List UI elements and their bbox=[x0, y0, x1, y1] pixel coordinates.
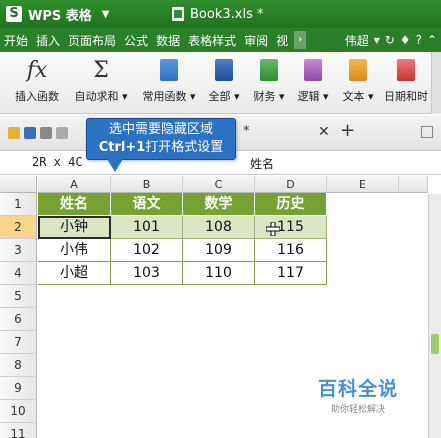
row-header-3[interactable]: 3 bbox=[0, 239, 37, 262]
all-functions-button[interactable]: 全部 ▾ bbox=[204, 52, 244, 114]
column-header-a[interactable]: A bbox=[38, 176, 111, 193]
row-header-4[interactable]: 4 bbox=[0, 262, 37, 285]
cell-b4[interactable]: 103 bbox=[111, 262, 183, 285]
callout-line1: 选中需要隐藏区域 bbox=[108, 122, 213, 137]
column-header-f[interactable] bbox=[399, 176, 428, 193]
menu-page-layout[interactable]: 页面布局 bbox=[64, 32, 120, 49]
document-title[interactable]: Book3.xls * bbox=[172, 3, 263, 25]
book-navy-icon bbox=[215, 59, 233, 81]
row-header-1[interactable]: 1 bbox=[0, 193, 37, 216]
cell-a4[interactable]: 小超 bbox=[38, 262, 111, 285]
row-header-9[interactable]: 9 bbox=[0, 377, 37, 400]
scrollbar-thumb[interactable] bbox=[431, 334, 439, 354]
callout-line2: 打开格式设置 bbox=[145, 140, 224, 155]
cell-c4[interactable]: 110 bbox=[183, 262, 255, 285]
cell-a3[interactable]: 小伟 bbox=[38, 239, 111, 262]
ribbon-scrollbar[interactable] bbox=[431, 52, 441, 114]
financial-functions-button[interactable]: 财务 ▾ bbox=[250, 52, 288, 114]
app-menu-button[interactable]: S WPS 表格 ▼ bbox=[6, 5, 118, 24]
row-header-8[interactable]: 8 bbox=[0, 354, 37, 377]
help-icon[interactable]: ? bbox=[416, 33, 422, 47]
menu-data[interactable]: 数据 bbox=[152, 32, 184, 49]
menu-scroll-right-icon[interactable]: › bbox=[294, 31, 307, 49]
column-header-d[interactable]: D bbox=[255, 176, 327, 193]
cell-c3[interactable]: 109 bbox=[183, 239, 255, 262]
cell-a2[interactable]: 小钟 bbox=[38, 216, 111, 239]
refresh-icon[interactable]: ↻ bbox=[385, 33, 395, 47]
book-blue-icon bbox=[160, 59, 178, 81]
cell-c1[interactable]: 数学 bbox=[183, 193, 255, 216]
open-folder-icon[interactable] bbox=[8, 127, 20, 139]
cell-b2[interactable]: 101 bbox=[111, 216, 183, 239]
shirt-icon[interactable]: ♦ bbox=[400, 33, 411, 47]
column-header-b[interactable]: B bbox=[111, 176, 183, 193]
row-header-10[interactable]: 10 bbox=[0, 400, 37, 423]
ribbon-formulas: fx 插入函数 Σ 自动求和 ▾ 常用函数 ▾ 全部 ▾ 财务 ▾ 逻辑 ▾ 文… bbox=[0, 52, 441, 114]
column-header-e[interactable]: E bbox=[327, 176, 399, 193]
column-header-c[interactable]: C bbox=[183, 176, 255, 193]
common-functions-button[interactable]: 常用函数 ▾ bbox=[138, 52, 200, 114]
tab-modified-marker: * bbox=[243, 124, 250, 139]
menu-home[interactable]: 开始 bbox=[0, 32, 32, 49]
cell-b3[interactable]: 102 bbox=[111, 239, 183, 262]
save-icon[interactable] bbox=[24, 127, 36, 139]
preview-icon[interactable] bbox=[56, 127, 68, 139]
vertical-scrollbar[interactable] bbox=[428, 194, 441, 438]
row-header-11[interactable]: 11 bbox=[0, 423, 37, 438]
watermark-subtitle: 助你轻松解决 bbox=[331, 405, 386, 415]
cell-a1[interactable]: 姓名 bbox=[38, 193, 111, 216]
logical-functions-button[interactable]: 逻辑 ▾ bbox=[294, 52, 332, 114]
menu-right-group: 伟超 ▾ ↻ ♦ ? ⌃ bbox=[345, 28, 441, 52]
callout-shortcut: Ctrl+1 bbox=[98, 140, 146, 155]
name-box[interactable]: 2R x 4C bbox=[32, 155, 83, 169]
insert-function-button[interactable]: fx 插入函数 bbox=[12, 52, 62, 114]
menu-formulas[interactable]: 公式 bbox=[120, 32, 152, 49]
user-name[interactable]: 伟超 bbox=[345, 32, 369, 49]
autosum-button[interactable]: Σ 自动求和 ▾ bbox=[70, 52, 132, 114]
instruction-callout: 选中需要隐藏区域 Ctrl+1打开格式设置 bbox=[86, 118, 236, 172]
new-tab-icon[interactable]: + bbox=[340, 120, 355, 141]
close-icon[interactable]: ✕ bbox=[318, 124, 330, 140]
datetime-functions-button[interactable]: 日期和时 bbox=[382, 52, 430, 114]
menu-review[interactable]: 审阅 bbox=[240, 32, 272, 49]
book-purple-icon bbox=[304, 59, 322, 81]
row-header-5[interactable]: 5 bbox=[0, 285, 37, 308]
select-all-corner[interactable] bbox=[0, 176, 37, 193]
app-title: WPS 表格 bbox=[28, 8, 92, 24]
row-header-7[interactable]: 7 bbox=[0, 331, 37, 354]
watermark-title: 百科全说 bbox=[318, 378, 399, 400]
document-name: Book3.xls * bbox=[190, 6, 264, 22]
cell-b1[interactable]: 语文 bbox=[111, 193, 183, 216]
text-functions-button[interactable]: 文本 ▾ bbox=[338, 52, 378, 114]
collapse-ribbon-icon[interactable]: ⌃ bbox=[427, 33, 437, 47]
menu-table-style[interactable]: 表格样式 bbox=[184, 32, 240, 49]
wps-logo-icon: S bbox=[6, 6, 22, 22]
sigma-icon: Σ bbox=[93, 57, 109, 83]
menu-view[interactable]: 视 bbox=[272, 32, 292, 49]
row-header-6[interactable]: 6 bbox=[0, 308, 37, 331]
cell-d1[interactable]: 历史 bbox=[255, 193, 327, 216]
cell-d4[interactable]: 117 bbox=[255, 262, 327, 285]
row-header-2[interactable]: 2 bbox=[0, 216, 37, 239]
book-orange-icon bbox=[349, 59, 367, 81]
print-icon[interactable] bbox=[40, 127, 52, 139]
book-red-icon bbox=[397, 59, 415, 81]
book-green-icon bbox=[260, 59, 278, 81]
watermark-logo: 百科全说 助你轻松解决 bbox=[318, 374, 398, 415]
spreadsheet-file-icon bbox=[172, 7, 184, 21]
tab-menu-icon[interactable] bbox=[421, 126, 433, 138]
formula-input[interactable]: 姓名 bbox=[250, 155, 274, 172]
chevron-down-icon[interactable]: ▾ bbox=[374, 33, 380, 47]
move-cursor-icon bbox=[266, 222, 280, 236]
menu-insert[interactable]: 插入 bbox=[32, 32, 64, 49]
cell-c2[interactable]: 108 bbox=[183, 216, 255, 239]
fx-icon: fx bbox=[26, 57, 48, 83]
cell-d3[interactable]: 116 bbox=[255, 239, 327, 262]
chevron-down-icon: ▼ bbox=[101, 8, 110, 20]
title-bar: S WPS 表格 ▼ Book3.xls * bbox=[0, 0, 441, 28]
menu-bar: 开始 插入 页面布局 公式 数据 表格样式 审阅 视 › 伟超 ▾ ↻ ♦ ? … bbox=[0, 28, 441, 52]
